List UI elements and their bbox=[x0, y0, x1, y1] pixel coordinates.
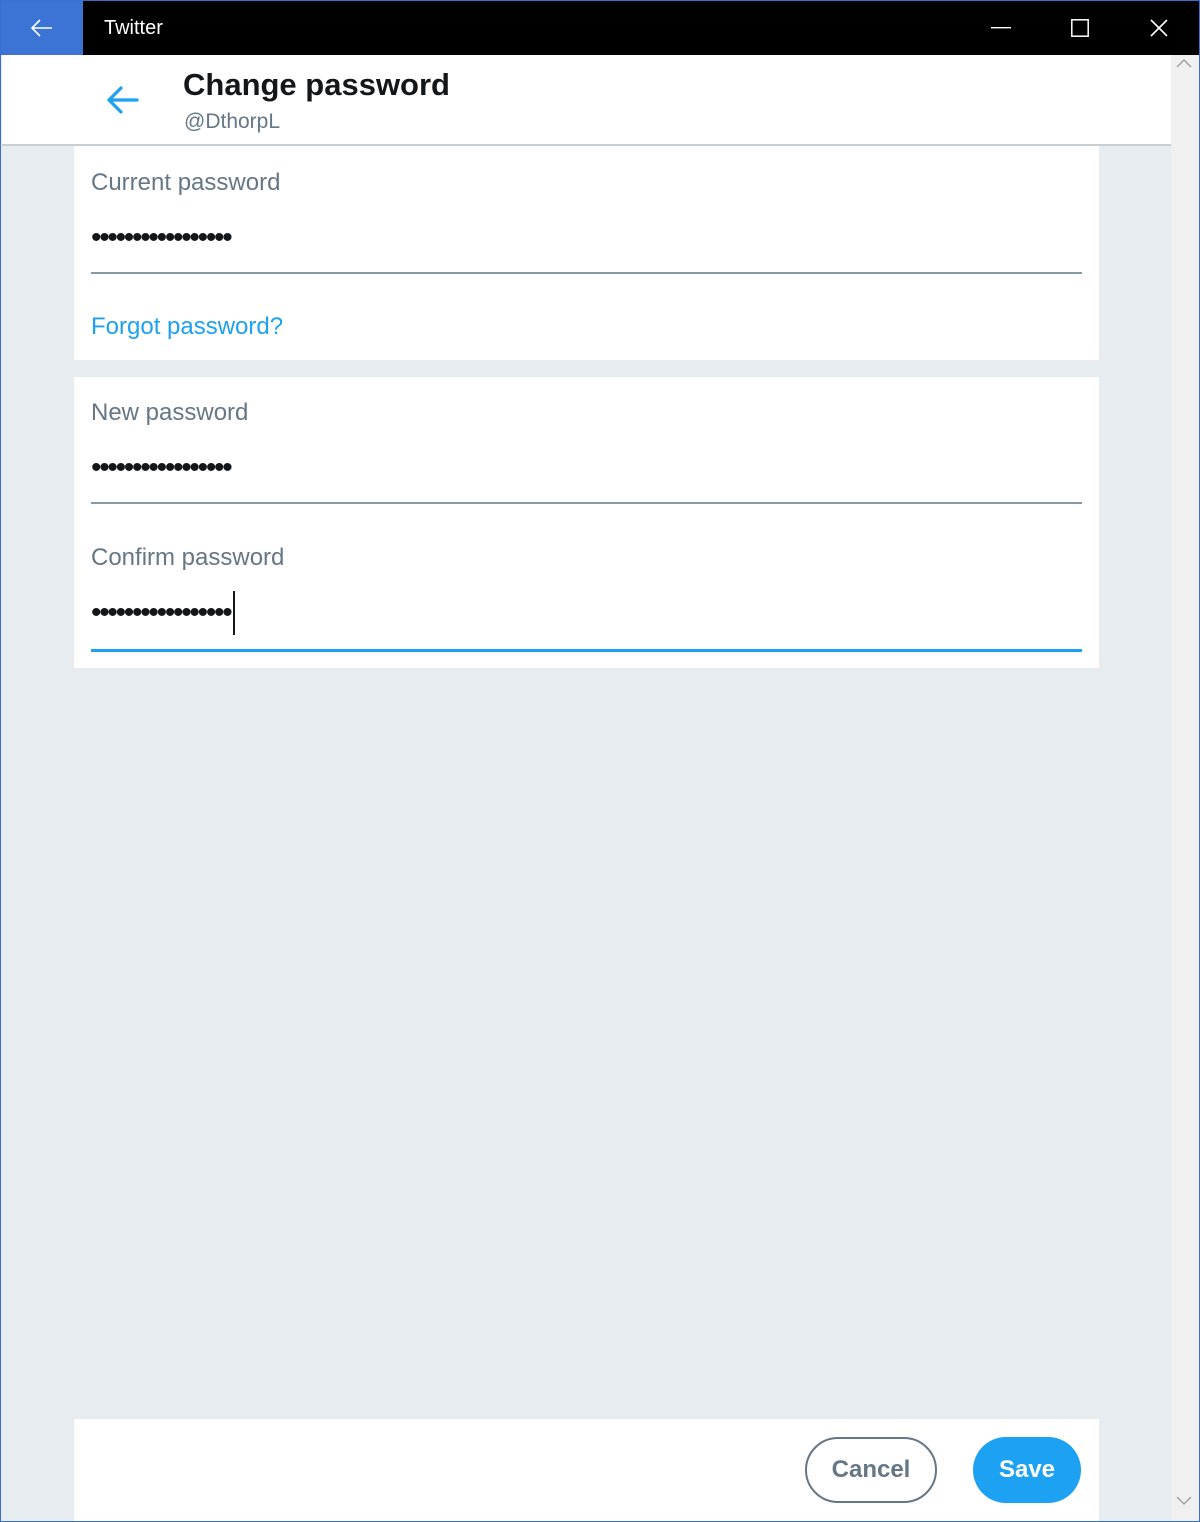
cancel-button[interactable]: Cancel bbox=[805, 1437, 937, 1503]
maximize-button[interactable] bbox=[1041, 0, 1119, 55]
current-password-underline bbox=[91, 272, 1082, 274]
vertical-scrollbar[interactable] bbox=[1171, 55, 1200, 1522]
current-password-label: Current password bbox=[91, 169, 281, 196]
window-title: Twitter bbox=[104, 17, 163, 39]
save-button[interactable]: Save bbox=[973, 1437, 1081, 1503]
scroll-up-icon[interactable] bbox=[1176, 58, 1192, 68]
forgot-password-link[interactable]: Forgot password? bbox=[91, 312, 283, 342]
new-password-card: New password ••••••••••••••••• Confirm p… bbox=[74, 377, 1099, 668]
maximize-icon bbox=[1071, 18, 1089, 37]
confirm-password-underline bbox=[91, 649, 1082, 652]
confirm-password-value: ••••••••••••••••• bbox=[91, 596, 233, 629]
new-password-label: New password bbox=[91, 399, 249, 426]
window-titlebar: Twitter bbox=[0, 0, 1200, 55]
text-cursor bbox=[233, 591, 236, 635]
scroll-down-icon[interactable] bbox=[1176, 1496, 1192, 1506]
current-password-input[interactable]: ••••••••••••••••• bbox=[91, 221, 233, 254]
arrow-left-icon bbox=[30, 18, 52, 37]
current-password-card: Current password ••••••••••••••••• Forgo… bbox=[74, 146, 1099, 360]
current-password-value: ••••••••••••••••• bbox=[91, 221, 233, 254]
new-password-underline bbox=[91, 502, 1082, 504]
arrow-left-icon bbox=[107, 86, 139, 114]
minimize-icon bbox=[991, 26, 1011, 28]
confirm-password-input[interactable]: ••••••••••••••••• bbox=[91, 591, 236, 635]
window-back-button[interactable] bbox=[0, 0, 83, 55]
user-handle: @DthorpL bbox=[184, 110, 281, 133]
page-header: Change password @DthorpL bbox=[2, 55, 1171, 146]
minimize-button[interactable] bbox=[962, 0, 1040, 55]
close-button[interactable] bbox=[1120, 0, 1198, 55]
confirm-password-label: Confirm password bbox=[91, 544, 285, 571]
page-title: Change password bbox=[183, 67, 450, 102]
close-icon bbox=[1150, 18, 1168, 37]
new-password-value: ••••••••••••••••• bbox=[91, 451, 233, 484]
action-bar: Cancel Save bbox=[74, 1419, 1099, 1522]
new-password-input[interactable]: ••••••••••••••••• bbox=[91, 451, 233, 484]
back-button[interactable] bbox=[100, 80, 144, 120]
